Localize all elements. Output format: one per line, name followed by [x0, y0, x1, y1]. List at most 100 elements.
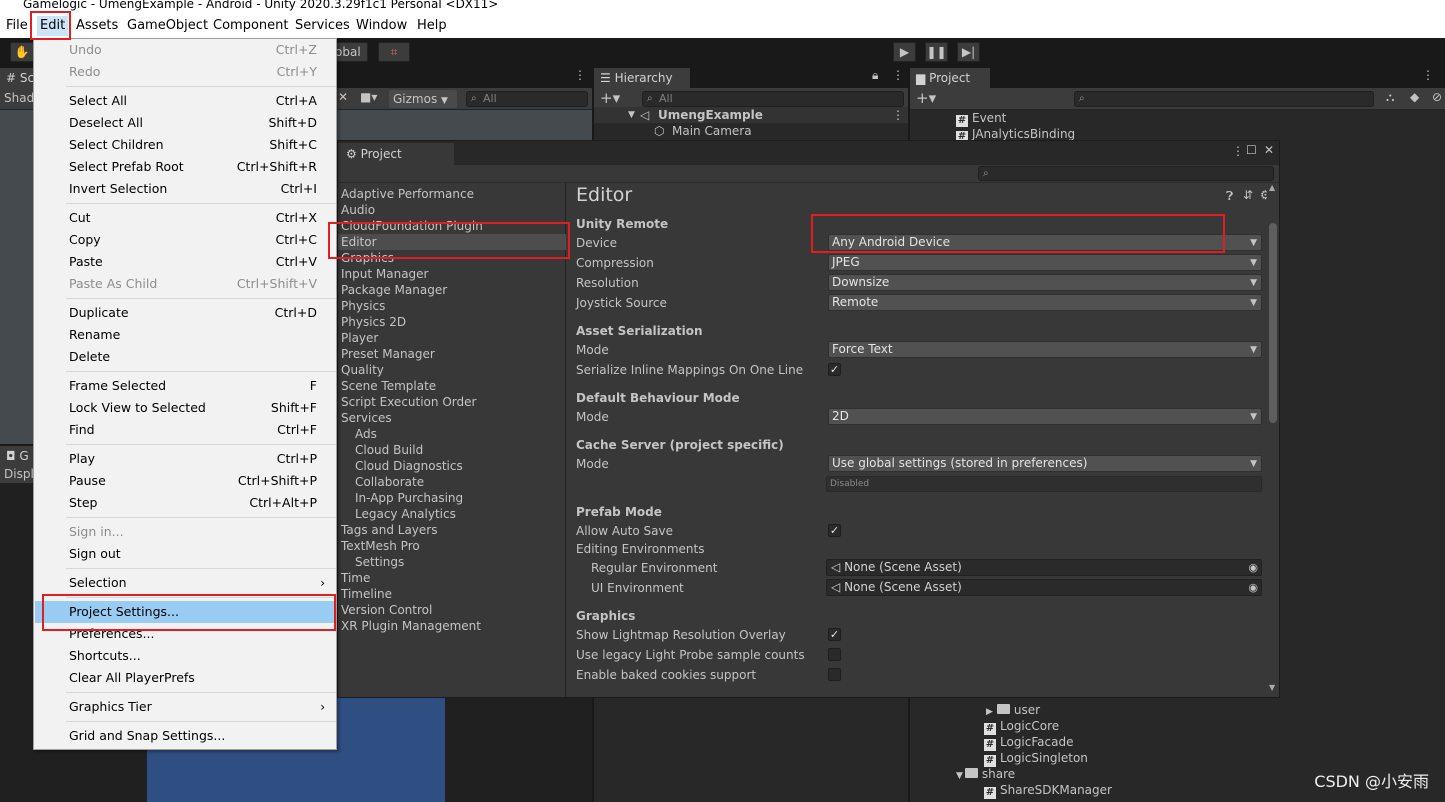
settings-nav-item[interactable]: Services — [341, 410, 392, 426]
menu-item-lock-view-to-selected[interactable]: Lock View to SelectedShift+F — [35, 397, 335, 419]
menu-item-rename[interactable]: Rename — [35, 324, 335, 346]
settings-nav-item[interactable]: Time — [341, 570, 370, 586]
menu-help[interactable]: Help — [417, 18, 447, 34]
scene-menu-icon[interactable]: ⋮ — [574, 68, 586, 82]
settings-nav-item[interactable]: Adaptive Performance — [341, 186, 474, 202]
list-item[interactable]: #LogicCore — [984, 718, 1059, 734]
menu-item-shortcuts[interactable]: Shortcuts... — [35, 645, 335, 667]
menu-item-sign-out[interactable]: Sign out — [35, 543, 335, 565]
list-item[interactable]: #Event — [956, 110, 1006, 126]
resolution-dropdown[interactable]: Downsize▼ — [828, 274, 1262, 291]
menu-item-delete[interactable]: Delete — [35, 346, 335, 368]
settings-nav-item[interactable]: Quality — [341, 362, 384, 378]
hand-tool-button[interactable]: ✋ — [10, 42, 34, 62]
menu-item-pause[interactable]: PauseCtrl+Shift+P — [35, 470, 335, 492]
tab-project-settings[interactable]: ⚙ Project Settings — [338, 143, 454, 165]
settings-nav-item[interactable]: Ads — [355, 426, 377, 442]
object-picker-icon[interactable]: ◉ — [1248, 560, 1258, 575]
pivot-global-toggle[interactable]: obal — [334, 42, 368, 62]
gizmos-dropdown[interactable]: Gizmos ▼ — [389, 90, 457, 108]
step-button[interactable]: ▶| — [957, 42, 980, 62]
behaviour-mode-dropdown[interactable]: 2D▼ — [828, 408, 1262, 425]
list-item[interactable]: #LogicSingleton — [984, 750, 1088, 766]
grid-snap-button[interactable]: ⌗ — [378, 42, 410, 62]
shading-mode-label[interactable]: Shad — [4, 91, 34, 105]
display-label[interactable]: Displ — [4, 467, 34, 481]
menu-services[interactable]: Services — [295, 18, 350, 34]
menu-item-clear-all-playerprefs[interactable]: Clear All PlayerPrefs — [35, 667, 335, 689]
settings-nav-item[interactable]: Package Manager — [341, 282, 447, 298]
tab-project[interactable]: ▆ Project — [910, 68, 990, 88]
project-search-input[interactable]: ⌕ — [1074, 91, 1374, 107]
hierarchy-row-main-camera[interactable]: ⬡ Main Camera — [594, 123, 908, 139]
filter-label-icon[interactable]: ◆ — [1410, 90, 1419, 104]
hidden-packages-icon[interactable]: ⊘ — [1432, 90, 1442, 104]
menu-item-find[interactable]: FindCtrl+F — [35, 419, 335, 441]
settings-nav-item[interactable]: Timeline — [341, 586, 392, 602]
menu-item-step[interactable]: StepCtrl+Alt+P — [35, 492, 335, 514]
settings-nav-item[interactable]: Settings — [355, 554, 404, 570]
menu-item-copy[interactable]: CopyCtrl+C — [35, 229, 335, 251]
menu-item-select-prefab-root[interactable]: Select Prefab RootCtrl+Shift+R — [35, 156, 335, 178]
menu-item-select-children[interactable]: Select ChildrenShift+C — [35, 134, 335, 156]
menu-item-selection[interactable]: Selection› — [35, 572, 335, 594]
settings-nav-item[interactable]: XR Plugin Management — [341, 618, 481, 634]
settings-nav-item[interactable]: Tags and Layers — [341, 522, 437, 538]
settings-nav-item[interactable]: Collaborate — [355, 474, 424, 490]
menu-item-grid-and-snap-settings[interactable]: Grid and Snap Settings... — [35, 725, 335, 747]
settings-nav-item[interactable]: Script Execution Order — [341, 394, 476, 410]
settings-nav-item[interactable]: Input Manager — [341, 266, 429, 282]
close-icon[interactable]: ✕ — [1264, 143, 1274, 157]
menu-assets[interactable]: Assets — [76, 18, 118, 34]
compression-dropdown[interactable]: JPEG▼ — [828, 254, 1262, 271]
menu-file[interactable]: File — [6, 18, 28, 34]
list-item[interactable]: #ShareSDKManager — [984, 782, 1112, 798]
camera-icon[interactable]: ■▾ — [360, 90, 377, 104]
list-item[interactable]: #LogicFacade — [984, 734, 1073, 750]
settings-nav-item[interactable]: Audio — [341, 202, 375, 218]
settings-nav-item[interactable]: Preset Manager — [341, 346, 435, 362]
settings-scrollbar[interactable]: ▲ ▼ — [1267, 183, 1279, 697]
hierarchy-menu-icon[interactable]: ⋮ — [892, 68, 904, 82]
menu-item-paste-as-child[interactable]: Paste As ChildCtrl+Shift+V — [35, 273, 335, 295]
scene-search-input[interactable]: ⌕All — [466, 91, 588, 107]
settings-nav-item[interactable]: Cloud Build — [355, 442, 423, 458]
hierarchy-search-input[interactable]: ⌕All — [642, 91, 904, 107]
settings-nav-item[interactable]: TextMesh Pro — [341, 538, 420, 554]
settings-nav-item[interactable]: Physics 2D — [341, 314, 406, 330]
cache-mode-dropdown[interactable]: Use global settings (stored in preferenc… — [828, 455, 1262, 472]
project-menu-icon[interactable]: ⋮ — [1422, 68, 1434, 82]
tab-hierarchy[interactable]: ☰ Hierarchy — [594, 68, 690, 88]
preset-icon[interactable]: ⇵ — [1243, 188, 1253, 202]
window-menu-icon[interactable]: ⋮ — [1232, 144, 1244, 158]
settings-nav-item[interactable]: Scene Template — [341, 378, 436, 394]
scene-options-icon[interactable]: ⋮ — [892, 107, 904, 123]
joystick-source-dropdown[interactable]: Remote▼ — [828, 294, 1262, 311]
menu-item-select-all[interactable]: Select AllCtrl+A — [35, 90, 335, 112]
menu-item-cut[interactable]: CutCtrl+X — [35, 207, 335, 229]
scrollbar-thumb[interactable] — [1269, 223, 1277, 423]
pause-button[interactable]: ❚❚ — [925, 42, 948, 62]
menu-item-play[interactable]: PlayCtrl+P — [35, 448, 335, 470]
object-picker-icon[interactable]: ◉ — [1248, 580, 1258, 595]
settings-nav-item[interactable]: Cloud Diagnostics — [355, 458, 463, 474]
settings-search-input[interactable]: ⌕ — [978, 166, 1274, 181]
list-item[interactable]: ▶user — [986, 702, 1040, 718]
menu-item-undo[interactable]: UndoCtrl+Z — [35, 39, 335, 61]
lightmap-overlay-checkbox[interactable]: ✓ — [828, 628, 841, 641]
legacy-probe-checkbox[interactable] — [828, 648, 841, 661]
settings-nav-item[interactable]: Physics — [341, 298, 385, 314]
menu-gameobject[interactable]: GameObject — [127, 18, 208, 34]
ui-environment-field[interactable]: ◁ None (Scene Asset)◉ — [826, 579, 1262, 596]
scroll-down-icon[interactable]: ▼ — [1269, 683, 1275, 692]
settings-nav-item[interactable]: In-App Purchasing — [355, 490, 463, 506]
filter-type-icon[interactable]: ⛬ — [1386, 90, 1394, 105]
menu-component[interactable]: Component — [213, 18, 288, 34]
create-plus-icon[interactable]: +▾ — [600, 89, 620, 107]
menu-window[interactable]: Window — [356, 18, 407, 34]
settings-nav-item[interactable]: Player — [341, 330, 378, 346]
settings-nav-item[interactable]: Legacy Analytics — [355, 506, 456, 522]
menu-item-deselect-all[interactable]: Deselect AllShift+D — [35, 112, 335, 134]
menu-item-sign-in[interactable]: Sign in... — [35, 521, 335, 543]
regular-environment-field[interactable]: ◁ None (Scene Asset)◉ — [826, 559, 1262, 576]
